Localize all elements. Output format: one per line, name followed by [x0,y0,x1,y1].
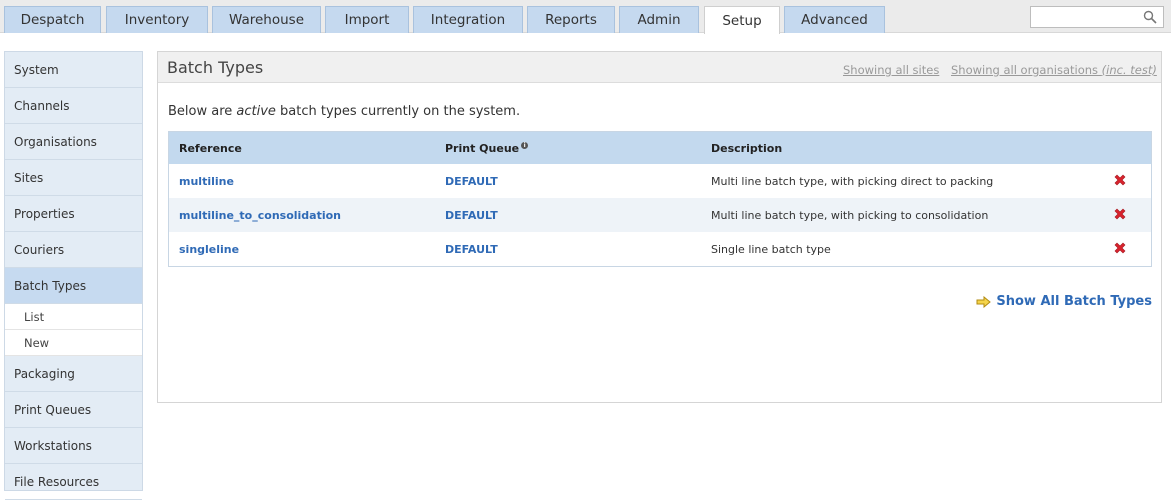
sidebar-item-label: Print Queues [14,402,92,417]
tab-label: Reports [545,12,597,28]
sidebar-item-label: Batch Types [14,278,87,293]
intro-text: Below are active batch types currently o… [168,104,520,119]
tab-despatch[interactable]: Despatch [4,6,101,33]
tab-label: Integration [430,12,506,28]
sidebar-item-label: Workstations [14,438,92,453]
page-title: Batch Types [167,58,264,77]
sidebar-item-properties[interactable]: Properties [5,196,142,232]
delete-icon[interactable] [1113,173,1127,187]
sidebar-item-couriers[interactable]: Couriers [5,232,142,268]
sidebar-item-label: File Resources [14,474,100,489]
sidebar-item-label: Packaging [14,366,75,381]
print-queue-link[interactable]: DEFAULT [445,243,498,256]
sidebar-item-print-queues[interactable]: Print Queues [5,392,142,428]
sidebar-item-packaging[interactable]: Packaging [5,356,142,392]
info-icon[interactable]: i [521,141,529,149]
reference-link[interactable]: multiline [179,175,234,188]
showing-all-sites-link[interactable]: Showing all sites [843,63,939,77]
sidebar-subitem-list[interactable]: List [5,304,142,330]
sidebar-subitem-new[interactable]: New [5,330,142,356]
sidebar-item-sites[interactable]: Sites [5,160,142,196]
tab-admin[interactable]: Admin [619,6,699,33]
print-queue-link[interactable]: DEFAULT [445,175,498,188]
reference-link[interactable]: multiline_to_consolidation [179,209,341,222]
showing-all-organisations-link[interactable]: Showing all organisations (inc. test) [951,63,1157,77]
print-queue-link[interactable]: DEFAULT [445,209,498,222]
delete-icon[interactable] [1113,241,1127,255]
sidebar: System Channels Organisations Sites Prop… [4,51,143,500]
sidebar-item-label: Couriers [14,242,65,257]
tab-reports[interactable]: Reports [527,6,615,33]
sidebar-item-label: Sites [14,170,44,185]
table-header-row: Reference Print Queue i Description [169,132,1151,164]
search-icon[interactable] [1143,10,1157,24]
top-nav: Despatch Inventory Warehouse Import Inte… [0,0,1171,34]
tab-label: Setup [722,12,762,29]
delete-icon[interactable] [1113,207,1127,221]
tab-warehouse[interactable]: Warehouse [212,6,321,33]
header-description[interactable]: Description [711,142,782,155]
tab-label: Inventory [124,12,190,28]
panel-header: Batch Types Showing all sites Showing al… [158,52,1161,83]
tab-advanced[interactable]: Advanced [784,6,885,33]
show-all-label: Show All Batch Types [996,294,1152,309]
sidebar-item-label: Organisations [14,134,97,149]
tab-label: Warehouse [228,12,305,28]
description-text: Multi line batch type, with picking dire… [711,174,994,188]
reference-link[interactable]: singleline [179,243,239,256]
table-row: multiline_to_consolidation DEFAULT Multi… [169,198,1151,232]
header-print-queue-label: Print Queue [445,141,520,155]
sidebar-item-system[interactable]: System [5,52,142,88]
main-panel: Batch Types Showing all sites Showing al… [157,51,1162,403]
sidebar-item-label: Properties [14,206,75,221]
sidebar-subitem-label: New [24,335,50,350]
search-input[interactable] [1031,8,1141,28]
tab-inventory[interactable]: Inventory [106,6,208,33]
orgs-link-text: Showing all organisations [951,63,1099,77]
arrow-right-icon [976,295,992,308]
sidebar-item-label: System [14,62,59,77]
intro-before: Below are [168,104,237,119]
orgs-link-suffix: (inc. test) [1101,63,1157,77]
tab-label: Import [344,12,390,28]
show-all-batch-types-link[interactable]: Show All Batch Types [976,294,1152,309]
tab-label: Advanced [801,12,868,28]
tab-integration[interactable]: Integration [413,6,523,33]
tab-label: Despatch [20,12,85,28]
description-text: Single line batch type [711,242,831,256]
header-print-queue[interactable]: Print Queue i [445,141,529,155]
sidebar-item-workstations[interactable]: Workstations [5,428,142,464]
sidebar-item-channels[interactable]: Channels [5,88,142,124]
sidebar-item-label: Channels [14,98,70,113]
batch-types-table: Reference Print Queue i Description multi… [168,131,1152,267]
sidebar-item-file-resources[interactable]: File Resources [5,464,142,500]
intro-emphasis: active [236,104,276,119]
sidebar-item-organisations[interactable]: Organisations [5,124,142,160]
tab-setup[interactable]: Setup [704,6,780,34]
sidebar-item-batch-types[interactable]: Batch Types [5,268,142,304]
description-text: Multi line batch type, with picking to c… [711,208,989,222]
search-box [1030,6,1164,28]
header-reference[interactable]: Reference [179,142,242,155]
tab-label: Admin [637,12,681,28]
sidebar-subitem-label: List [24,309,45,324]
intro-after: batch types currently on the system. [275,104,521,119]
tab-import[interactable]: Import [325,6,409,33]
table-row: multiline DEFAULT Multi line batch type,… [169,164,1151,198]
table-row: singleline DEFAULT Single line batch typ… [169,232,1151,266]
